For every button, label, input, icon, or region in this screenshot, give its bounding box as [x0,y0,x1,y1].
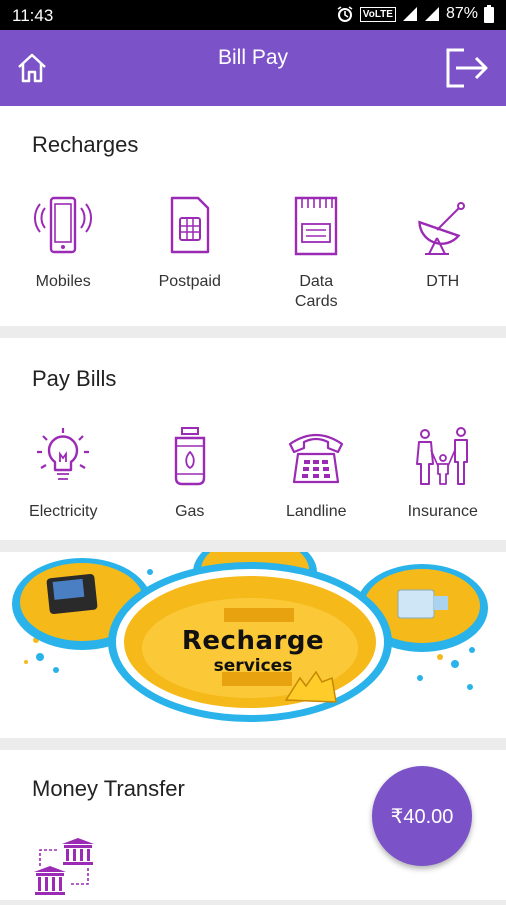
pay-bills-grid: Electricity Gas Landline Insurance [0,424,506,522]
signal-icon [402,6,418,22]
recharge-data-cards[interactable]: Data Cards [253,194,380,312]
bill-insurance[interactable]: Insurance [380,424,506,522]
tile-label: Postpaid [159,272,221,292]
recharge-dth[interactable]: DTH [380,194,506,312]
network-label: VoLTE [360,7,396,22]
tile-label: Gas [175,502,204,522]
tile-label: Electricity [29,502,97,522]
app-bar: Bill Pay [0,30,506,106]
battery-percent: 87% [446,5,478,23]
wallet-balance: ₹40.00 [391,804,454,829]
recharge-services-banner[interactable]: Recharge services [0,552,506,738]
recharges-heading: Recharges [32,132,138,158]
gas-cylinder-icon [158,424,222,488]
mobile-phone-icon [31,194,95,258]
money-transfer-tile[interactable] [32,836,96,900]
satellite-dish-icon [411,194,475,258]
tile-label: Data Cards [295,272,338,312]
bank-transfer-icon [32,836,96,900]
sim-card-icon [158,194,222,258]
recharges-card: Recharges Mobiles Postpaid Data Cards DT… [0,106,506,326]
bill-electricity[interactable]: Electricity [0,424,127,522]
logout-icon [442,44,490,92]
recharge-mobiles[interactable]: Mobiles [0,194,127,312]
tile-label: Landline [286,502,347,522]
signal-icon-2 [424,6,440,22]
logout-button[interactable] [442,44,490,92]
money-transfer-heading: Money Transfer [32,776,185,802]
light-bulb-icon [31,424,95,488]
pay-bills-card: Pay Bills Electricity Gas Landline Insur… [0,338,506,540]
battery-icon [484,5,494,23]
telephone-icon [284,424,348,488]
banner-title: Recharge [0,626,506,656]
recharge-postpaid[interactable]: Postpaid [127,194,254,312]
family-icon [411,424,475,488]
recharges-grid: Mobiles Postpaid Data Cards DTH [0,194,506,312]
wallet-balance-button[interactable]: ₹40.00 [372,766,472,866]
status-time: 11:43 [12,6,53,26]
tile-label: DTH [426,272,459,292]
page-title: Bill Pay [0,46,506,70]
data-card-icon [284,194,348,258]
alarm-icon [336,5,354,23]
banner-subtitle: services [0,656,506,676]
tile-label: Insurance [408,502,478,522]
bill-landline[interactable]: Landline [253,424,380,522]
tile-label: Mobiles [36,272,91,292]
bill-gas[interactable]: Gas [127,424,254,522]
pay-bills-heading: Pay Bills [32,366,116,392]
status-bar: 11:43 VoLTE 87% [0,0,506,30]
